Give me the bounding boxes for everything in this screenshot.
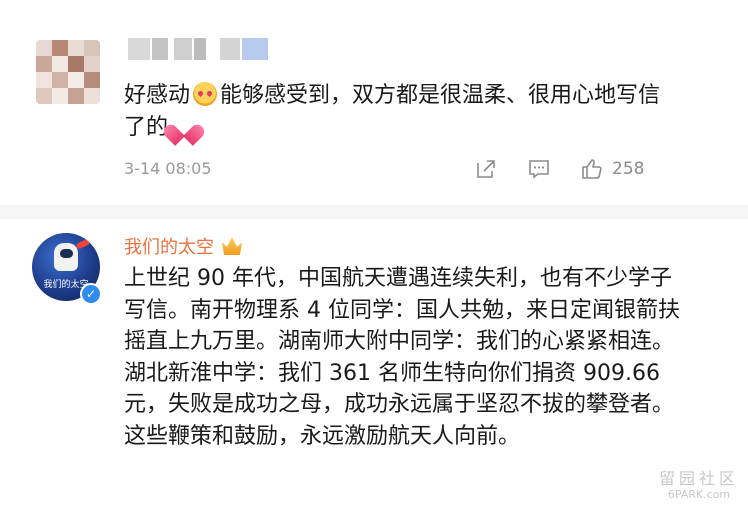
blurred-avatar[interactable] [36, 40, 100, 104]
blurred-username[interactable] [128, 38, 268, 64]
username[interactable]: 我们的太空 [124, 233, 214, 259]
share-icon [477, 160, 495, 178]
astronaut-visor [60, 249, 73, 258]
share-button[interactable] [474, 156, 498, 182]
heart-icon [171, 114, 197, 138]
comment-button[interactable] [527, 156, 551, 182]
comment-text-part-1: 好感动 [124, 83, 191, 108]
watermark: 留园社区 6PARK.com [656, 470, 742, 502]
blush-face-icon [193, 82, 218, 106]
rocket-icon [75, 238, 91, 250]
comment-card-1: 好感动 能够感受到，双方都是很温柔、很用心地写信了的 3-14 08:05 258 [0, 0, 748, 205]
like-button[interactable]: 258 [580, 156, 644, 182]
separator [0, 205, 748, 219]
watermark-line-1: 留园社区 [658, 469, 739, 488]
crown-icon [222, 237, 242, 255]
watermark-line-2: 6PARK.com [667, 488, 731, 501]
comment-card-2: 我们的太空 ✓ 我们的太空 上世纪 90 年代，中国航天遭遇连续失利，也有不少学… [0, 219, 748, 509]
thumbs-up-icon [582, 159, 602, 179]
verified-badge-icon: ✓ [80, 283, 102, 305]
username-link[interactable]: 我们的太空 [124, 233, 242, 259]
comment-timestamp: 3-14 08:05 [124, 159, 212, 178]
like-count: 258 [612, 159, 645, 179]
comment-text: 好感动 能够感受到，双方都是很温柔、很用心地写信了的 [124, 80, 664, 144]
comment-body: 上世纪 90 年代，中国航天遭遇连续失利，也有不少学子写信。南开物理系 4 位同… [124, 266, 680, 449]
comment-icon [529, 160, 549, 179]
